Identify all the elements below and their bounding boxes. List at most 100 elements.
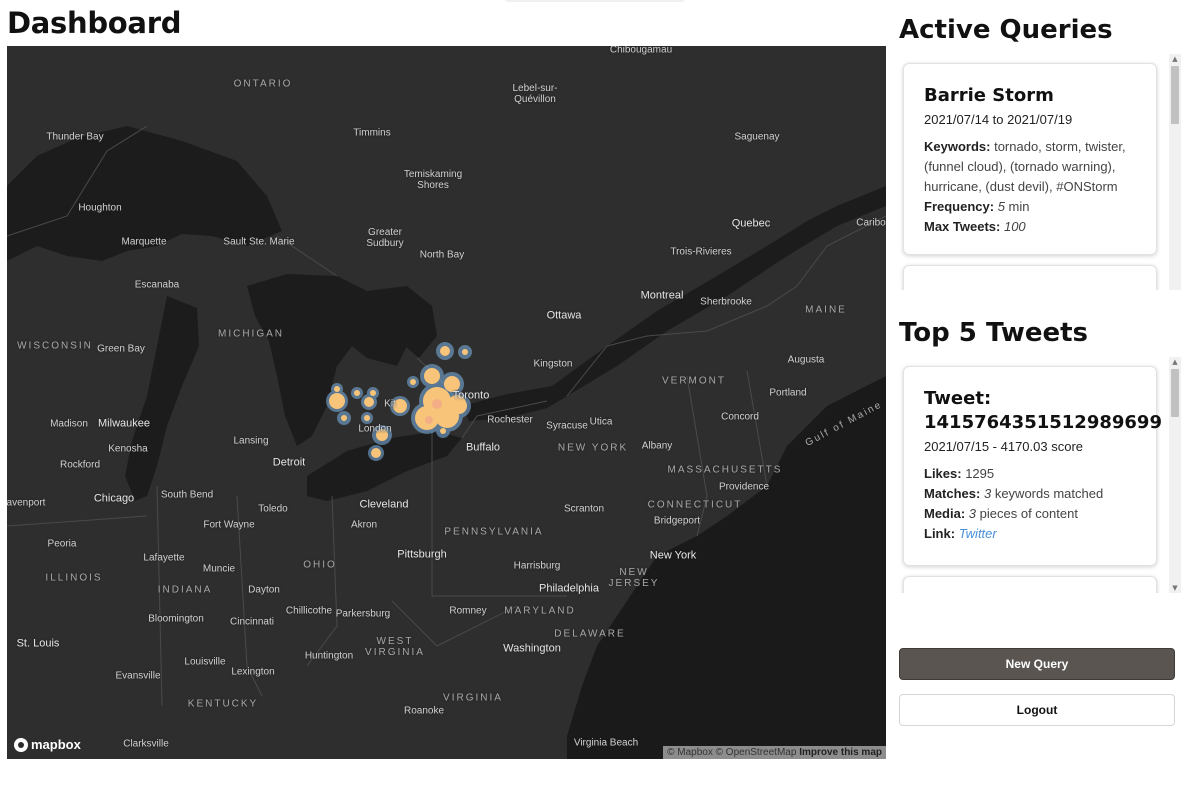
attribution-mapbox-link[interactable]: © Mapbox [667,747,713,758]
query-card-frequency: Frequency: 5 min [924,197,1136,217]
map-label-marquette: Marquette [121,236,167,248]
keywords-label: Keywords: [924,139,991,154]
max-tweets-label: Max Tweets: [924,219,1001,234]
map-label-concord: Concord [721,411,759,423]
active-queries-scroll-thumb[interactable] [1171,66,1179,124]
map-label-west-virginia: WEST VIRGINIA [365,636,425,658]
media-suffix: pieces of content [976,506,1078,521]
map-label-new-york-state: NEW YORK [557,442,629,454]
map-label-virginia-beach: Virginia Beach [573,737,639,749]
tweet-card-likes: Likes: 1295 [924,464,1136,484]
improve-map-link[interactable]: Improve this map [799,747,882,758]
map-label-rockford: Rockford [59,459,101,471]
map-label-toronto: Toronto [452,389,490,402]
tweet-card[interactable]: Tweet: 1415764351512989699 2021/07/15 - 4… [903,366,1162,566]
tweet-card-next[interactable] [903,576,1157,593]
map-label-kitchener: Kit [384,398,396,410]
map-label-louisville: Louisville [184,656,226,668]
map-label-lansing: Lansing [233,435,269,447]
tweet-card-title-label: Tweet: [924,388,992,409]
map-label-rochester: Rochester [487,414,533,426]
map-label-vermont: VERMONT [662,375,726,387]
map-label-trois-rivieres: Trois-Rivieres [670,246,732,258]
twitter-link[interactable]: Twitter [959,526,997,541]
map-label-madison: Madison [50,418,88,430]
map-label-davenport: avenport [7,497,46,509]
active-queries-scrollbar[interactable]: ▲ [1169,54,1181,290]
top-tweets-title: Top 5 Tweets [899,318,1089,348]
page-title: Dashboard [7,6,182,40]
map-label-chillicothe: Chillicothe [285,605,333,617]
map-label-london: London [358,423,392,435]
map-label-sault-ste-marie: Sault Ste. Marie [223,236,295,248]
map-label-romney: Romney [449,605,487,617]
map-label-kentucky: KENTUCKY [187,698,259,710]
top-tweets-scroll-thumb[interactable] [1171,369,1179,417]
tweet-card-media: Media: 3 pieces of content [924,504,1136,524]
tweet-card-matches: Matches: 3 keywords matched [924,484,1136,504]
query-card[interactable]: Barrie Storm 2021/07/14 to 2021/07/19 Ke… [903,63,1157,255]
map[interactable]: Chibougamau ONTARIO Lebel-sur- Quévillon Th… [7,46,886,759]
active-queries-title: Active Queries [899,15,1113,45]
map-label-virginia: VIRGINIA [443,692,503,704]
mapbox-logo[interactable]: mapbox [14,737,81,752]
map-label-chibougamau: Chibougamau [609,46,673,56]
map-label-escanaba: Escanaba [134,279,180,291]
query-card-title: Barrie Storm [924,85,1054,106]
map-label-muncie: Muncie [202,563,236,575]
active-queries-list[interactable]: Barrie Storm 2021/07/14 to 2021/07/19 Ke… [899,54,1181,290]
frequency-label: Frequency: [924,199,995,214]
map-label-lexington: Lexington [231,666,275,678]
scroll-down-icon[interactable]: ▼ [1169,583,1181,593]
map-label-albany: Albany [641,440,673,452]
frequency-unit: min [1004,199,1030,214]
map-label-greater-sudbury: Greater Sudbury [366,227,404,249]
map-label-ohio: OHIO [303,559,337,571]
scroll-up-icon[interactable]: ▲ [1169,357,1181,367]
likes-value: 1295 [961,466,995,481]
tweet-card-subtitle: 2021/07/15 - 4170.03 score [924,439,1084,454]
map-label-utica: Utica [589,416,613,428]
scroll-up-icon[interactable]: ▲ [1169,54,1181,64]
map-label-north-bay: North Bay [419,249,465,261]
frequency-value: 5 [997,199,1005,214]
top-tweets-scrollbar[interactable]: ▲ ▼ [1169,357,1181,593]
map-label-cleveland: Cleveland [359,498,409,511]
media-value: 3 [968,506,977,521]
logout-button[interactable]: Logout [899,694,1175,726]
map-label-bloomington: Bloomington [148,613,204,625]
map-attribution: © Mapbox © OpenStreetMap Improve this ma… [663,746,886,759]
new-query-button[interactable]: New Query [899,648,1175,680]
map-label-ontario: ONTARIO [233,78,293,90]
media-label: Media: [924,506,966,521]
map-label-wisconsin: WISCONSIN [17,340,93,352]
query-card-next[interactable] [903,265,1157,290]
map-label-harrisburg: Harrisburg [513,560,561,572]
map-label-sherbrooke: Sherbrooke [700,296,752,308]
map-label-detroit: Detroit [272,456,306,469]
map-label-fort-wayne: Fort Wayne [203,519,255,531]
map-label-illinois: ILLINOIS [45,572,103,584]
map-label-philadelphia: Philadelphia [539,582,599,595]
likes-label: Likes: [924,466,962,481]
map-label-caribou: Caribo [856,217,886,229]
map-label-michigan: MICHIGAN [218,328,284,340]
map-canvas[interactable] [7,46,886,759]
attribution-osm-link[interactable]: © OpenStreetMap [716,747,797,758]
map-label-connecticut: CONNECTICUT [647,499,743,511]
map-label-pennsylvania: PENNSYLVANIA [444,526,544,538]
link-label: Link: [924,526,956,541]
top-tweets-list[interactable]: Tweet: 1415764351512989699 2021/07/15 - 4… [899,357,1181,593]
map-label-lafayette: Lafayette [143,552,185,564]
map-label-ottawa: Ottawa [546,309,582,322]
tweet-card-link: Link: Twitter [924,524,1136,544]
map-label-kingston: Kingston [533,358,573,370]
map-label-timmins: Timmins [353,127,391,139]
map-label-augusta: Augusta [787,354,825,366]
map-label-bridgeport: Bridgeport [653,515,701,527]
top-edge-tab [505,0,685,2]
map-label-peoria: Peoria [47,538,77,550]
map-label-thunder-bay: Thunder Bay [46,131,104,143]
map-label-st-louis: St. Louis [16,637,60,650]
map-label-scranton: Scranton [563,503,605,515]
